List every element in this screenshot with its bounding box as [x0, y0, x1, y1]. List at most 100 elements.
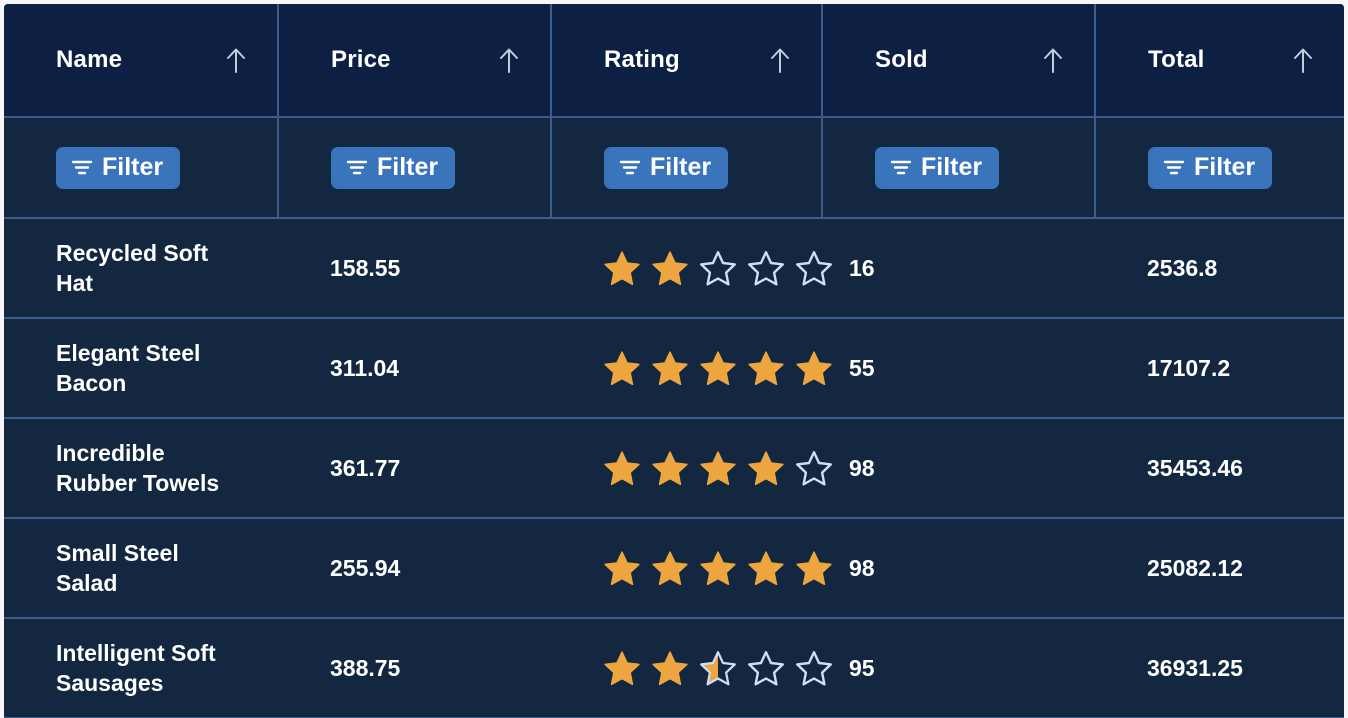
star-full-icon — [651, 550, 689, 587]
filter-cell-name: Filter — [4, 116, 279, 219]
cell-price: 361.77 — [278, 418, 551, 519]
filter-icon — [346, 157, 368, 177]
table-row[interactable]: Small Steel Salad 255.94 98 25082.12 — [4, 518, 1344, 619]
star-empty-icon — [795, 650, 833, 687]
filter-button-name[interactable]: Filter — [56, 146, 181, 189]
arrow-up-icon[interactable] — [498, 47, 520, 73]
filter-button-price[interactable]: Filter — [331, 146, 456, 189]
arrow-up-icon[interactable] — [1292, 47, 1314, 73]
table-row[interactable]: Recycled Soft Hat 158.55 16 2536.8 — [4, 218, 1344, 319]
cell-total: 17107.2 — [1095, 318, 1344, 419]
cell-total: 36931.25 — [1095, 618, 1344, 718]
arrow-up-icon[interactable] — [225, 47, 247, 73]
rating-stars — [603, 250, 833, 287]
cell-rating: 16 — [551, 218, 1095, 319]
star-full-icon — [699, 450, 737, 487]
product-price: 361.77 — [330, 454, 401, 481]
product-total: 2536.8 — [1147, 254, 1218, 281]
star-full-icon — [795, 550, 833, 587]
filter-icon — [1163, 157, 1185, 177]
star-full-icon — [603, 450, 641, 487]
rating-stars — [603, 550, 833, 587]
page-edge-top — [0, 0, 1348, 4]
filter-icon — [71, 157, 93, 177]
cell-rating: 55 — [551, 318, 1095, 419]
column-header-sold[interactable]: Sold — [822, 4, 1096, 117]
rating-stars — [603, 650, 833, 687]
filter-cell-price: Filter — [278, 116, 552, 219]
star-empty-icon — [747, 650, 785, 687]
filter-cell-rating: Filter — [551, 116, 823, 219]
filter-button-label: Filter — [650, 152, 712, 181]
star-empty-icon — [795, 450, 833, 487]
table-row[interactable]: Elegant Steel Bacon 311.04 55 17107.2 — [4, 318, 1344, 419]
cell-price: 158.55 — [278, 218, 551, 319]
column-header-rating[interactable]: Rating — [551, 4, 823, 117]
column-header-label: Total — [1148, 46, 1205, 73]
column-header-total[interactable]: Total — [1095, 4, 1344, 117]
filter-button-label: Filter — [377, 152, 439, 181]
star-full-icon — [603, 350, 641, 387]
filter-button-sold[interactable]: Filter — [875, 146, 1000, 189]
star-full-icon — [603, 650, 641, 687]
star-empty-icon — [747, 250, 785, 287]
star-empty-icon — [795, 250, 833, 287]
column-header-label: Rating — [604, 46, 680, 73]
filter-button-label: Filter — [921, 152, 983, 181]
filter-cell-sold: Filter — [822, 116, 1096, 219]
cell-name: Recycled Soft Hat — [4, 218, 278, 319]
product-sold: 95 — [849, 654, 875, 681]
filter-button-total[interactable]: Filter — [1148, 146, 1273, 189]
product-total: 25082.12 — [1147, 554, 1243, 581]
column-header-label: Sold — [875, 46, 928, 73]
product-name: Elegant Steel Bacon — [56, 339, 201, 396]
table-row[interactable]: Incredible Rubber Towels 361.77 98 35453.46 — [4, 418, 1344, 519]
star-full-icon — [651, 450, 689, 487]
star-full-icon — [699, 550, 737, 587]
star-full-icon — [747, 350, 785, 387]
product-price: 255.94 — [330, 554, 401, 581]
page-edge-left — [0, 0, 4, 718]
product-name: Incredible Rubber Towels — [56, 439, 220, 496]
star-full-icon — [747, 550, 785, 587]
cell-total: 2536.8 — [1095, 218, 1344, 319]
cell-price: 255.94 — [278, 518, 551, 619]
product-name: Recycled Soft Hat — [56, 239, 209, 296]
column-header-name[interactable]: Name — [4, 4, 279, 117]
column-header-price[interactable]: Price — [278, 4, 552, 117]
star-half-icon — [699, 650, 737, 687]
filter-row: Filter Filter Filter Filter Filter — [4, 116, 1344, 219]
table-body: Recycled Soft Hat 158.55 16 2536.8 Elegant S… — [4, 218, 1344, 718]
product-price: 158.55 — [330, 254, 401, 281]
filter-button-label: Filter — [102, 152, 164, 181]
filter-cell-total: Filter — [1095, 116, 1344, 219]
filter-icon — [890, 157, 912, 177]
cell-name: Incredible Rubber Towels — [4, 418, 278, 519]
cell-price: 311.04 — [278, 318, 551, 419]
arrow-up-icon[interactable] — [1042, 47, 1064, 73]
header-row: Name Price Rating Sold Total — [4, 4, 1344, 117]
page-edge-right — [1344, 0, 1348, 718]
column-header-label: Name — [56, 46, 123, 73]
cell-name: Small Steel Salad — [4, 518, 278, 619]
product-sold: 98 — [849, 454, 875, 481]
product-sold: 55 — [849, 354, 875, 381]
star-full-icon — [795, 350, 833, 387]
star-full-icon — [651, 350, 689, 387]
product-name: Small Steel Salad — [56, 539, 179, 596]
filter-icon — [619, 157, 641, 177]
cell-price: 388.75 — [278, 618, 551, 718]
star-full-icon — [651, 250, 689, 287]
products-table: Name Price Rating Sold Total Filter Filter Fil… — [4, 4, 1344, 718]
star-full-icon — [603, 550, 641, 587]
filter-button-rating[interactable]: Filter — [604, 146, 729, 189]
cell-total: 35453.46 — [1095, 418, 1344, 519]
column-header-label: Price — [331, 46, 391, 73]
filter-button-label: Filter — [1194, 152, 1256, 181]
product-total: 17107.2 — [1147, 354, 1231, 381]
star-full-icon — [747, 450, 785, 487]
product-sold: 98 — [849, 554, 875, 581]
table-row[interactable]: Intelligent Soft Sausages 388.75 95 36931.2… — [4, 618, 1344, 718]
products-table-container: Name Price Rating Sold Total Filter Filter Fil… — [4, 4, 1344, 718]
arrow-up-icon[interactable] — [769, 47, 791, 73]
